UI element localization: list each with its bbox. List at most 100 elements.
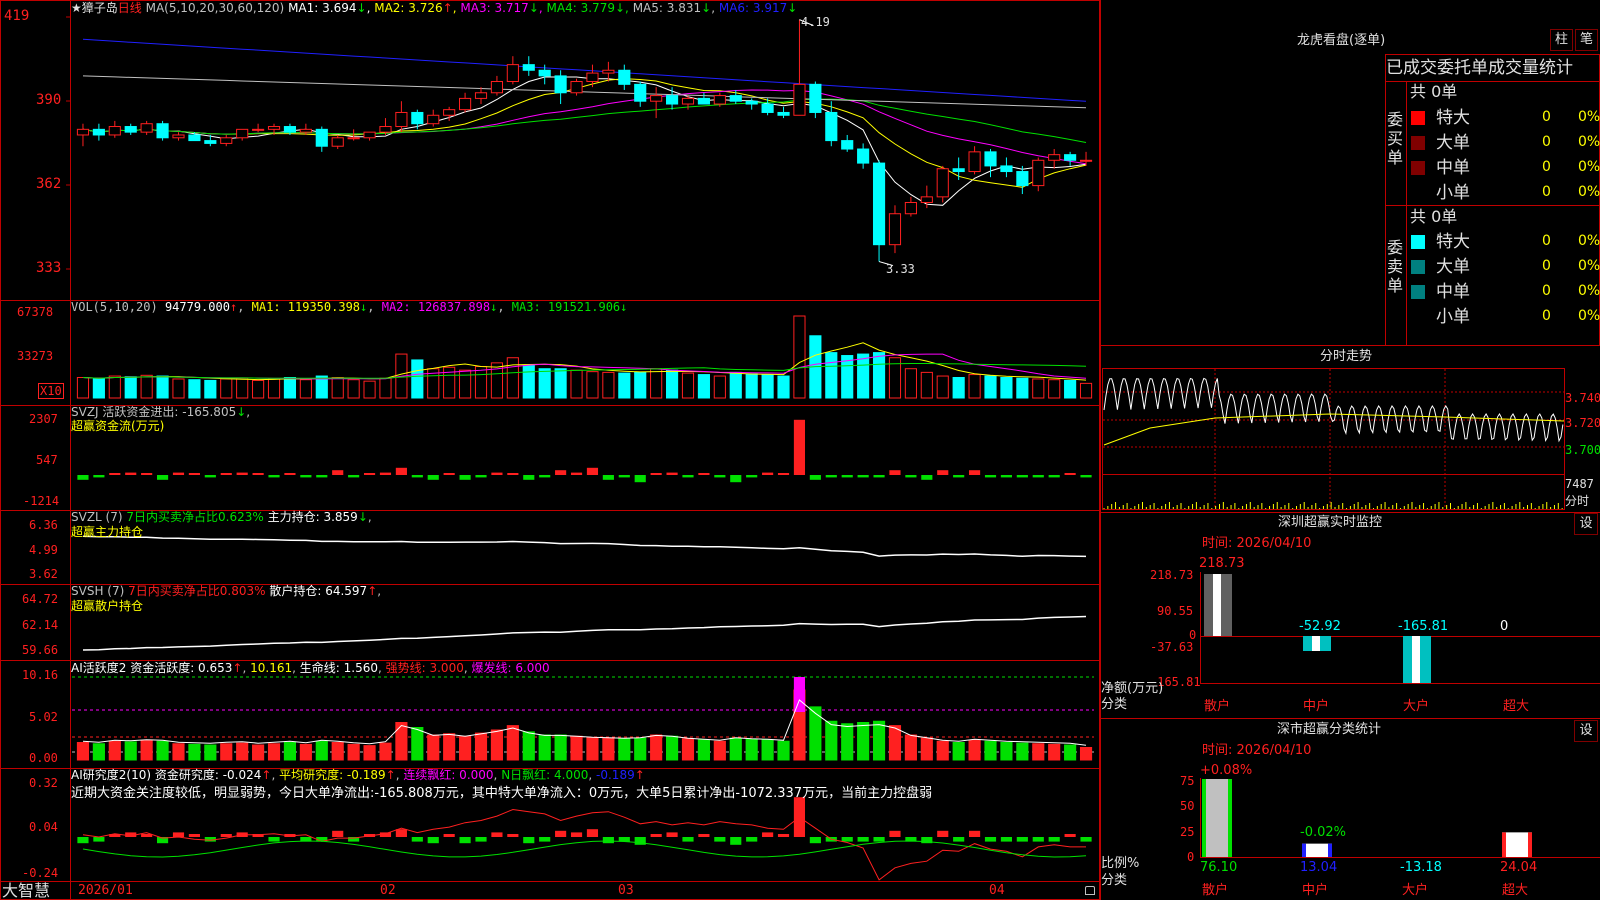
monitor-category-label: 散户 — [1204, 699, 1231, 714]
candle-body — [888, 213, 902, 246]
ma4-label: MA4: 3.779↓, — [546, 1, 629, 15]
stats-title: 深市超赢分类统计 — [1277, 722, 1382, 737]
flow-bar — [252, 473, 264, 475]
stats-bar-edge — [1302, 843, 1306, 857]
stats-axis-tick: 75 — [1180, 774, 1195, 788]
flow-bar — [316, 475, 328, 478]
volume-bar — [697, 374, 710, 399]
bar-view-button[interactable]: 柱 — [1550, 29, 1573, 51]
flow-bar — [714, 475, 726, 478]
flow-bar — [475, 475, 487, 478]
volume-bar — [793, 315, 806, 399]
research-bar — [555, 830, 567, 837]
volume-bar — [506, 357, 519, 399]
candle — [1016, 165, 1029, 195]
buy-row-count: 0 — [1542, 109, 1551, 125]
activity-bar — [315, 740, 328, 761]
candle-body — [331, 137, 344, 147]
flow-bar — [618, 475, 630, 478]
candle-body — [474, 92, 488, 99]
research-bar — [730, 837, 742, 845]
activity-bar — [904, 734, 917, 761]
sell-row-count: 0 — [1542, 258, 1551, 274]
flow-bar — [969, 470, 981, 475]
candle — [172, 132, 185, 141]
stats-bar — [1302, 843, 1332, 857]
monitor-bar-highlight — [1412, 636, 1420, 683]
ai3-axis-tick: -0.24 — [22, 866, 59, 880]
sell-row-name: 特大 — [1436, 232, 1470, 252]
activity-bar — [841, 723, 854, 761]
research-bar — [889, 830, 901, 837]
monitor-unit-category: 分类 — [1101, 697, 1128, 712]
volume-bar — [252, 379, 265, 399]
stats-bar-value: 76.10 — [1200, 860, 1238, 875]
stats-bar-edge — [1528, 832, 1532, 857]
volume-bar — [474, 366, 488, 399]
stats-unit-category: 分类 — [1101, 873, 1128, 888]
candle — [809, 81, 822, 119]
candle-body — [204, 140, 217, 144]
volume-bar — [968, 374, 981, 399]
activity-bar — [188, 743, 201, 761]
candle-body — [1032, 159, 1045, 187]
candle — [745, 98, 758, 110]
svzj-axis-tick: 2307 — [29, 412, 58, 426]
flow-bar — [857, 475, 869, 478]
stats-settings-button[interactable]: 设 — [1574, 720, 1598, 742]
buy-total: 共 0单 — [1410, 82, 1458, 101]
flow-bar — [523, 475, 535, 480]
activity-bar — [363, 745, 376, 761]
candle-body — [283, 126, 297, 133]
flow-bar — [682, 475, 694, 478]
flow-bar — [746, 475, 758, 478]
stock-header: ★獐子岛日线 MA(5,10,20,30,60,120) MA1: 3.694↓… — [71, 1, 797, 15]
monitor-settings-button[interactable]: 设 — [1574, 513, 1598, 535]
research-bar — [523, 837, 535, 844]
kline-chart-area[interactable] — [0, 0, 1100, 900]
buy-row-pct: 0% — [1578, 184, 1600, 200]
lock-icon[interactable] — [1085, 886, 1095, 895]
x-axis-label: 02 — [380, 883, 396, 898]
volume-bar — [411, 359, 424, 399]
volume-bar — [156, 375, 169, 399]
activity-bar — [347, 743, 360, 761]
svzl-axis-tick: 3.62 — [29, 567, 58, 581]
research-bar — [698, 834, 710, 837]
activity-bar — [888, 725, 902, 761]
volume-bar — [283, 377, 297, 399]
activity-bar — [76, 742, 90, 761]
candle — [586, 64, 599, 88]
research-bar — [984, 837, 997, 842]
svzl-subtitle: 超赢主力持仓 — [71, 525, 144, 539]
candle-body — [443, 109, 456, 116]
research-red-line — [82, 808, 1086, 881]
stats-time: 时间: 2026/04/10 — [1202, 743, 1312, 758]
flow-bar — [204, 475, 216, 478]
activity-bar — [586, 737, 599, 761]
candle-body — [140, 123, 153, 133]
candle — [92, 123, 105, 141]
research-bar — [666, 832, 678, 837]
flow-bar — [586, 467, 599, 475]
candle-body — [76, 128, 90, 136]
sell-row-count: 0 — [1542, 283, 1551, 299]
ai2-axis-tick: 0.00 — [29, 751, 58, 765]
ai3-axis-tick: 0.32 — [29, 776, 58, 790]
volume-bar — [220, 378, 233, 399]
research-bar — [1080, 837, 1092, 842]
svzj-axis-tick: -1214 — [23, 494, 60, 508]
tick-view-button[interactable]: 笔 — [1575, 29, 1598, 51]
activity-bar — [729, 737, 742, 761]
flow-bar — [555, 470, 567, 475]
candle-body — [1064, 154, 1077, 161]
period-label[interactable]: 日线 — [118, 1, 142, 15]
buy-row-name: 特大 — [1436, 108, 1470, 128]
buy-row-pct: 0% — [1578, 109, 1600, 125]
candle-body — [618, 69, 631, 85]
activity-bar — [538, 734, 551, 761]
stats-axis-tick: 0 — [1187, 850, 1195, 864]
candle-body — [681, 97, 695, 105]
volume-bar — [936, 375, 949, 399]
volume-bar — [172, 378, 185, 399]
